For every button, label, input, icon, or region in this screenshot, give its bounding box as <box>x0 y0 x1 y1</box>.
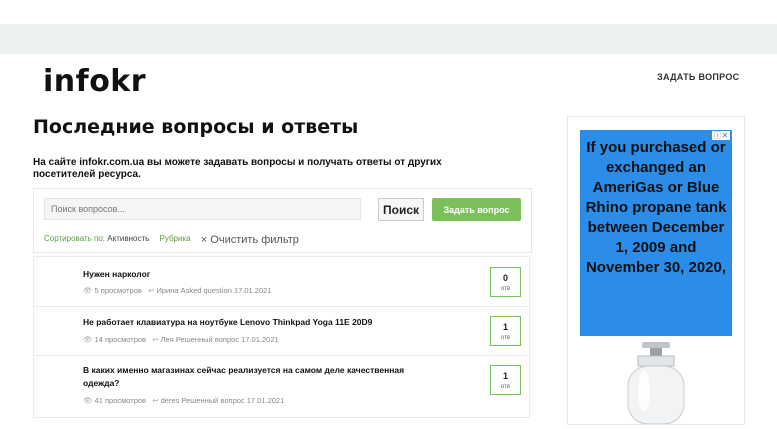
question-meta: 👁 14 просмотров ↩ Лея Решенный вопрос 17.0… <box>83 335 279 344</box>
views-count: 14 просмотров <box>94 335 147 344</box>
views-count: 5 просмотров <box>94 286 142 295</box>
ad-close-icon[interactable]: ⓘ✕ <box>712 131 730 140</box>
nav-ask-question-link[interactable]: ЗАДАТЬ ВОПРОС <box>657 72 739 82</box>
search-button[interactable]: Поиск <box>378 198 424 221</box>
question-author-meta[interactable]: Ирина Asked question 17.01.2021 <box>156 286 271 295</box>
category-filter[interactable]: Рубрика <box>160 234 191 243</box>
top-bar <box>0 24 777 54</box>
ad-container: ⓘ✕ If you purchased or exchanged an Amer… <box>567 116 745 425</box>
answer-unit: отв <box>500 384 511 390</box>
question-row: В каких именно магазинах сейчас реализуе… <box>33 355 530 418</box>
site-logo[interactable]: infokr <box>43 64 146 99</box>
reply-icon: ↩ <box>148 286 155 295</box>
answer-count: 0 <box>502 273 508 283</box>
question-author-meta[interactable]: Лея Решенный вопрос 17.01.2021 <box>161 335 279 344</box>
question-title[interactable]: Не работает клавиатура на ноутбуке Lenov… <box>83 316 423 329</box>
eye-icon: 👁 <box>83 286 93 295</box>
answer-unit: отв <box>500 335 511 341</box>
question-author-meta[interactable]: deres Решенный вопрос 17.01.2021 <box>161 396 285 405</box>
reply-icon: ↩ <box>152 396 159 405</box>
eye-icon: 👁 <box>83 396 93 405</box>
views-count: 41 просмотров <box>94 396 147 405</box>
answer-count: 1 <box>502 371 508 381</box>
eye-icon: 👁 <box>83 335 93 344</box>
sort-value[interactable]: Активность <box>107 234 149 243</box>
answer-counter: 0 отв <box>490 267 521 297</box>
question-title[interactable]: Нужен нарколог <box>83 268 423 281</box>
question-title[interactable]: В каких именно магазинах сейчас реализуе… <box>83 364 423 390</box>
search-input[interactable] <box>44 198 361 220</box>
ad-image[interactable] <box>580 336 732 425</box>
ad-text[interactable]: If you purchased or exchanged an AmeriGa… <box>580 138 732 278</box>
answer-unit: отв <box>500 286 511 292</box>
answer-counter: 1 отв <box>490 365 521 395</box>
filter-bar: Сортировать по: Активность Рубрика × Очи… <box>44 232 299 246</box>
ask-question-button[interactable]: Задать вопрос <box>432 198 521 221</box>
question-meta: 👁 5 просмотров ↩ Ирина Asked question 17.0… <box>83 286 272 295</box>
question-list: Нужен нарколог 👁 5 просмотров ↩ Ирина Aske… <box>33 256 530 423</box>
question-row: Не работает клавиатура на ноутбуке Lenov… <box>33 306 530 356</box>
page-title: Последние вопросы и ответы <box>33 116 359 138</box>
reply-icon: ↩ <box>152 335 159 344</box>
question-row: Нужен нарколог 👁 5 просмотров ↩ Ирина Aske… <box>33 256 530 307</box>
propane-tank-icon <box>627 342 685 425</box>
answer-counter: 1 отв <box>490 316 521 346</box>
question-meta: 👁 41 просмотров ↩ deres Решенный вопрос 17… <box>83 396 284 405</box>
sort-label: Сортировать по: <box>44 234 106 243</box>
search-panel: Поиск Задать вопрос Сортировать по: Акти… <box>33 188 532 253</box>
clear-filter-link[interactable]: × Очистить фильтр <box>201 234 299 246</box>
intro-text: На сайте infokr.com.ua вы можете задават… <box>33 157 442 180</box>
ad-banner[interactable]: ⓘ✕ If you purchased or exchanged an Amer… <box>580 130 732 336</box>
answer-count: 1 <box>502 322 508 332</box>
